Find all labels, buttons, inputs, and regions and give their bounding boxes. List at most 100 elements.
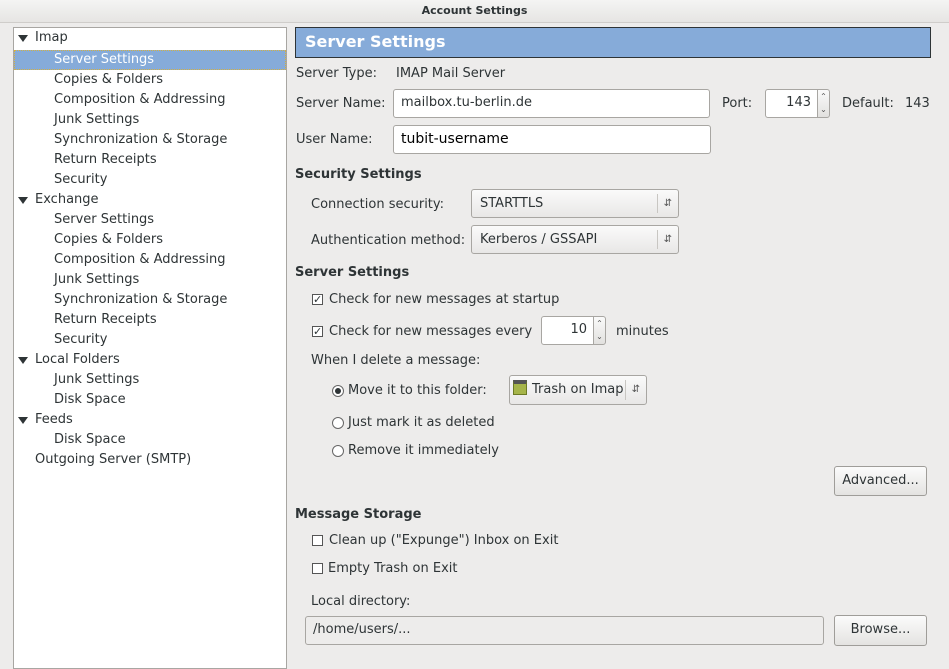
server-type-value: IMAP Mail Server: [396, 66, 506, 81]
mark-deleted-label[interactable]: Just mark it as deleted: [348, 415, 495, 430]
sidebar-item-label: Server Settings: [54, 52, 155, 67]
connection-security-select[interactable]: STARTTLS ⇵: [471, 189, 679, 218]
expander-triangle-icon[interactable]: [18, 417, 28, 424]
sidebar-item-label: Composition & Addressing: [54, 92, 226, 107]
connection-security-value: STARTTLS: [480, 196, 544, 211]
page-title: Server Settings: [295, 27, 931, 58]
sidebar-item-label: Disk Space: [54, 392, 126, 407]
connection-security-label: Connection security:: [311, 197, 445, 212]
check-interval-input[interactable]: 10: [541, 316, 594, 345]
sidebar-item-label: Outgoing Server (SMTP): [35, 452, 192, 467]
sidebar-item[interactable]: Disk Space: [14, 390, 286, 410]
expunge-label[interactable]: Clean up ("Expunge") Inbox on Exit: [329, 533, 558, 548]
sidebar-item-label: Return Receipts: [54, 152, 157, 167]
move-to-folder-label[interactable]: Move it to this folder:: [348, 383, 487, 398]
sidebar-item-label: Exchange: [35, 192, 99, 207]
trash-folder-value: Trash on Imap: [532, 382, 624, 397]
sidebar-item[interactable]: Outgoing Server (SMTP): [14, 450, 286, 470]
sidebar-item-label: Copies & Folders: [54, 232, 164, 247]
sidebar-item[interactable]: Synchronization & Storage: [14, 130, 286, 150]
server-name-input[interactable]: mailbox.tu-berlin.de: [393, 89, 710, 118]
sidebar-item[interactable]: Composition & Addressing: [14, 250, 286, 270]
sidebar-item[interactable]: Imap: [14, 28, 286, 48]
expunge-checkbox[interactable]: [312, 535, 323, 546]
sidebar-item[interactable]: Server Settings: [14, 50, 286, 70]
sidebar-item[interactable]: Local Folders: [14, 350, 286, 370]
check-every-checkbox[interactable]: ✓: [312, 326, 323, 337]
check-every-label[interactable]: Check for new messages every: [329, 324, 532, 339]
sidebar-item[interactable]: Server Settings: [14, 210, 286, 230]
sidebar-item[interactable]: Security: [14, 170, 286, 190]
sidebar-item-label: Return Receipts: [54, 312, 157, 327]
user-name-label: User Name:: [296, 132, 373, 147]
expander-triangle-icon[interactable]: [18, 357, 28, 364]
sidebar-item[interactable]: Disk Space: [14, 430, 286, 450]
sidebar-item[interactable]: Junk Settings: [14, 270, 286, 290]
sidebar-item[interactable]: Return Receipts: [14, 150, 286, 170]
sidebar-item[interactable]: Exchange: [14, 190, 286, 210]
sidebar-item-label: Disk Space: [54, 432, 126, 447]
port-input[interactable]: 143: [765, 89, 818, 118]
local-directory-input[interactable]: /home/users/...: [305, 616, 824, 645]
advanced-button[interactable]: Advanced...: [834, 466, 927, 496]
user-name-input[interactable]: tubit-username: [393, 125, 711, 154]
sidebar-item[interactable]: Synchronization & Storage: [14, 290, 286, 310]
sidebar-item-label: Imap: [35, 30, 68, 45]
window-title: Account Settings: [0, 0, 949, 23]
sidebar-item-label: Junk Settings: [54, 272, 140, 287]
expander-triangle-icon[interactable]: [18, 197, 28, 204]
expander-triangle-icon[interactable]: [18, 35, 28, 42]
check-startup-checkbox[interactable]: ✓: [312, 294, 323, 305]
sidebar-item[interactable]: Copies & Folders: [14, 230, 286, 250]
check-startup-label[interactable]: Check for new messages at startup: [329, 292, 559, 307]
message-storage-heading: Message Storage: [295, 507, 422, 522]
sidebar-item[interactable]: Security: [14, 330, 286, 350]
remove-immediately-label[interactable]: Remove it immediately: [348, 443, 499, 458]
sidebar-item[interactable]: Feeds: [14, 410, 286, 430]
sidebar-item-label: Security: [54, 172, 108, 187]
auth-method-value: Kerberos / GSSAPI: [480, 232, 598, 247]
move-to-folder-radio[interactable]: [332, 385, 344, 397]
sidebar-item-label: Local Folders: [35, 352, 120, 367]
delete-message-label: When I delete a message:: [311, 353, 481, 368]
sidebar-item-label: Composition & Addressing: [54, 252, 226, 267]
sidebar-item[interactable]: Copies & Folders: [14, 70, 286, 90]
sidebar-item-label: Copies & Folders: [54, 72, 164, 87]
sidebar-item-label: Synchronization & Storage: [54, 292, 228, 307]
check-interval-spinner[interactable]: ⌃ ⌄: [593, 316, 606, 345]
sidebar-item-label: Security: [54, 332, 108, 347]
updown-arrow-icon: ⇵: [625, 380, 646, 400]
port-label: Port:: [722, 96, 753, 111]
server-settings-heading: Server Settings: [295, 265, 410, 280]
sidebar-item[interactable]: Junk Settings: [14, 110, 286, 130]
sidebar-item-label: Feeds: [35, 412, 73, 427]
server-name-label: Server Name:: [296, 96, 386, 111]
browse-button[interactable]: Browse...: [834, 615, 927, 646]
port-spinner[interactable]: ⌃ ⌄: [817, 89, 830, 118]
empty-trash-checkbox[interactable]: [312, 563, 323, 574]
chevron-down-icon[interactable]: ⌄: [596, 332, 603, 341]
sidebar-item[interactable]: Return Receipts: [14, 310, 286, 330]
auth-method-select[interactable]: Kerberos / GSSAPI ⇵: [471, 225, 679, 254]
empty-trash-label[interactable]: Empty Trash on Exit: [328, 561, 457, 576]
sidebar-item[interactable]: Composition & Addressing: [14, 90, 286, 110]
local-directory-label: Local directory:: [311, 594, 411, 609]
chevron-up-icon[interactable]: ⌃: [820, 92, 827, 101]
minutes-label: minutes: [616, 324, 669, 339]
chevron-up-icon[interactable]: ⌃: [596, 319, 603, 328]
sidebar-item-label: Junk Settings: [54, 112, 140, 127]
account-tree[interactable]: Imap Server Settings Copies & Folders Compo…: [13, 27, 287, 669]
updown-arrow-icon: ⇵: [657, 194, 678, 213]
chevron-down-icon[interactable]: ⌄: [820, 105, 827, 114]
default-port-label: Default:: [842, 96, 894, 111]
sidebar-item-label: Junk Settings: [54, 372, 140, 387]
updown-arrow-icon: ⇵: [657, 230, 678, 249]
remove-immediately-radio[interactable]: [332, 445, 344, 457]
sidebar-item[interactable]: Junk Settings: [14, 370, 286, 390]
trash-folder-select[interactable]: Trash on Imap ⇵: [509, 375, 647, 405]
security-settings-heading: Security Settings: [295, 167, 422, 182]
sidebar-item-label: Server Settings: [54, 212, 155, 227]
auth-method-label: Authentication method:: [311, 233, 466, 248]
mark-deleted-radio[interactable]: [332, 417, 344, 429]
trash-folder-icon: [513, 380, 527, 395]
